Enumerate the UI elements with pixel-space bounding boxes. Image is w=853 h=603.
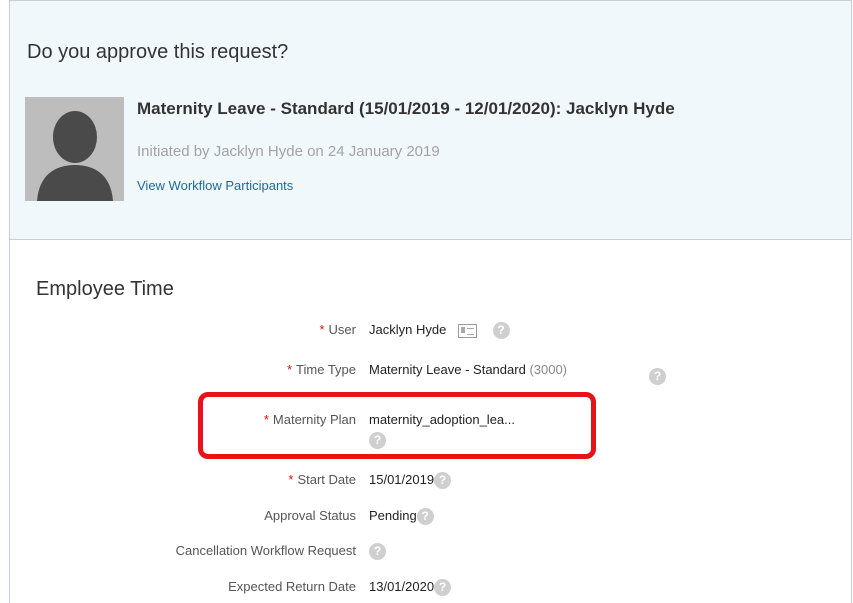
- user-label: * User: [319, 322, 356, 337]
- required-marker: *: [319, 322, 325, 337]
- expected-return-date-value: 13/01/2020?: [369, 579, 452, 597]
- time-type-label: * Time Type: [286, 362, 356, 377]
- help-icon[interactable]: ?: [649, 368, 666, 385]
- cancellation-workflow-request-label: Cancellation Workflow Request: [175, 543, 356, 558]
- contact-card-icon[interactable]: [457, 323, 477, 338]
- help-icon[interactable]: ?: [369, 543, 386, 561]
- avatar: [25, 97, 124, 201]
- initiated-by-text: Initiated by Jacklyn Hyde on 24 January …: [137, 143, 440, 160]
- request-title: Maternity Leave - Standard (15/01/2019 -…: [137, 99, 675, 118]
- approval-status-value: Pending?: [369, 508, 434, 526]
- time-type-value: Maternity Leave - Standard (3000): [369, 362, 568, 377]
- expected-return-date-label: Expected Return Date: [228, 579, 356, 594]
- required-marker: *: [286, 362, 293, 377]
- annotation-highlight-box: [198, 392, 596, 459]
- user-value: Jacklyn Hyde ?: [369, 322, 510, 340]
- help-icon[interactable]: ?: [434, 472, 452, 490]
- start-date-label: * Start Date: [288, 472, 356, 487]
- approval-panel: [10, 1, 851, 240]
- person-silhouette-icon: [25, 97, 124, 201]
- help-icon[interactable]: ?: [416, 508, 434, 526]
- time-type-code: (3000): [529, 362, 568, 377]
- approval-status-label: Approval Status: [264, 508, 356, 523]
- help-icon[interactable]: ?: [492, 322, 510, 340]
- required-marker: *: [288, 472, 294, 487]
- approval-question: Do you approve this request?: [27, 41, 289, 63]
- user-name: Jacklyn Hyde: [369, 322, 447, 337]
- view-workflow-participants-link[interactable]: View Workflow Participants: [137, 178, 293, 193]
- help-icon[interactable]: ?: [434, 579, 452, 597]
- start-date-value: 15/01/2019?: [369, 472, 452, 490]
- section-title-employee-time: Employee Time: [36, 278, 174, 300]
